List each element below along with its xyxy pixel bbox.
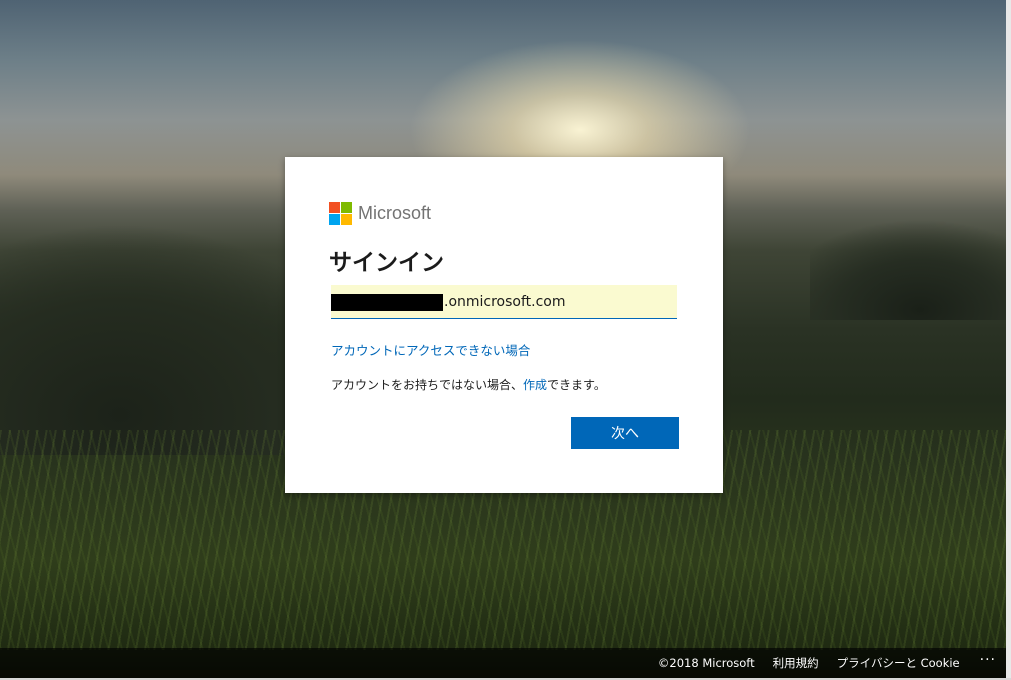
background-mountain-right bbox=[810, 210, 1011, 320]
logo-square-blue bbox=[329, 213, 340, 225]
microsoft-logo-text: Microsoft bbox=[358, 202, 432, 223]
footer-privacy-link[interactable]: プライバシーと Cookie bbox=[837, 655, 960, 671]
footer-copyright: ©2018 Microsoft bbox=[657, 656, 755, 670]
email-input[interactable]: .onmicrosoft.com bbox=[331, 285, 677, 319]
no-account-text: アカウントをお持ちではない場合、作成できます。 bbox=[331, 376, 606, 393]
footer-more-icon[interactable]: ··· bbox=[980, 652, 996, 668]
logo-square-yellow bbox=[341, 213, 352, 225]
redacted-username bbox=[331, 294, 443, 311]
no-account-prefix: アカウントをお持ちではない場合、 bbox=[331, 378, 524, 392]
window-edge bbox=[1006, 0, 1011, 680]
footer: ©2018 Microsoft 利用規約 プライバシーと Cookie ··· bbox=[0, 648, 1006, 678]
no-account-suffix: できます。 bbox=[547, 378, 606, 392]
microsoft-logo-icon bbox=[329, 201, 352, 225]
create-account-link[interactable]: 作成 bbox=[523, 378, 547, 392]
logo-square-green bbox=[341, 201, 352, 213]
background-mountain-left bbox=[0, 195, 290, 455]
signin-card: Microsoft サインイン .onmicrosoft.com アカウントにア… bbox=[285, 157, 723, 493]
microsoft-logo: Microsoft bbox=[329, 201, 431, 225]
next-button[interactable]: 次へ bbox=[571, 417, 679, 449]
footer-terms-link[interactable]: 利用規約 bbox=[773, 655, 819, 671]
page-title: サインイン bbox=[329, 250, 444, 276]
logo-square-red bbox=[329, 201, 340, 213]
cant-access-account-link[interactable]: アカウントにアクセスできない場合 bbox=[331, 340, 530, 359]
email-domain-text: .onmicrosoft.com bbox=[444, 293, 566, 310]
